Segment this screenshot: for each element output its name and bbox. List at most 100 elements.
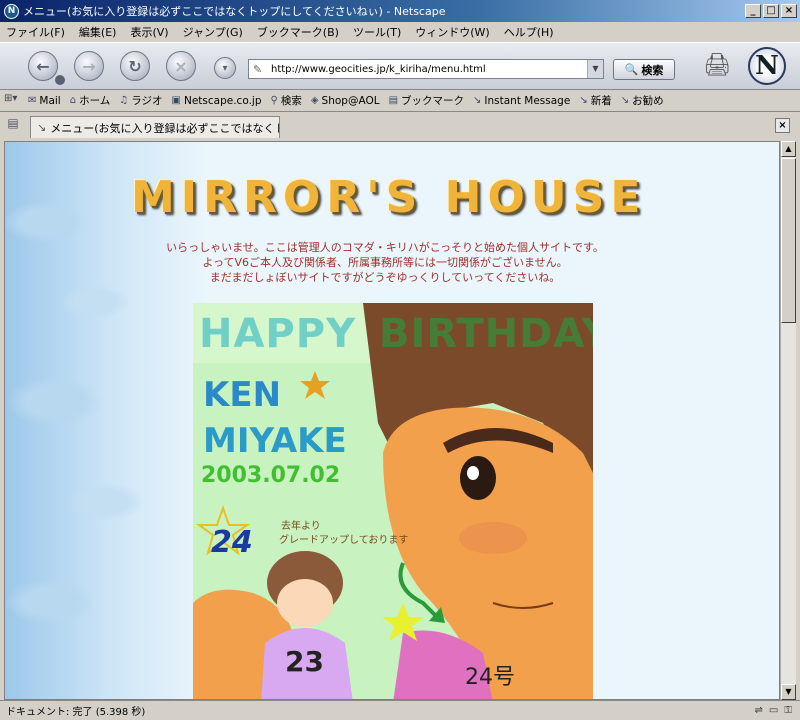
- toolbar-item-home[interactable]: ⌂ ホーム: [70, 93, 111, 108]
- toolbar-item-label: Instant Message: [484, 94, 571, 107]
- back-history-dropdown-icon[interactable]: [55, 75, 65, 85]
- page-icon: ↘: [37, 121, 47, 134]
- toolbar-item-recommended[interactable]: ↘ お勧め: [621, 93, 664, 108]
- toolbar-item-label: 新着: [590, 95, 612, 107]
- intro-text: いらっしゃいませ。ここは管理人のコマダ・キリハがこっそりと始めた個人サイトです。…: [105, 240, 665, 285]
- search-button[interactable]: 🔍 検索: [613, 59, 675, 80]
- menu-file[interactable]: ファイル(F): [6, 24, 65, 40]
- maximize-button[interactable]: □: [763, 4, 779, 18]
- status-bar: ドキュメント: 完了 (5.398 秒) ⇌ ▭ ⚿: [0, 700, 800, 720]
- shirt-number-big: 24号: [465, 665, 515, 690]
- toolbar-item-label: Shop@AOL: [321, 94, 380, 107]
- reload-icon: ↻: [128, 56, 142, 76]
- intro-line: いらっしゃいませ。ここは管理人のコマダ・キリハがこっそりと始めた個人サイトです。: [166, 241, 604, 254]
- stop-button[interactable]: ×: [166, 51, 196, 81]
- my-icon: ▣: [171, 95, 181, 106]
- tab-menu-page[interactable]: ↘ メニュー(お気に入り登録は必ずここではなくト...: [30, 116, 280, 138]
- mail-icon: ✉: [28, 95, 37, 106]
- menu-window[interactable]: ウィンドウ(W): [415, 24, 489, 40]
- birthday-text: BIRTHDAY: [379, 311, 593, 357]
- bookmark-icon: ▤: [388, 95, 399, 106]
- toolbar-item-label: Netscape.co.jp: [183, 94, 262, 107]
- page-proxy-icon[interactable]: ✎: [253, 63, 267, 76]
- toolbar-item-label: ホーム: [79, 95, 111, 107]
- menu-bar: ファイル(F) 編集(E) 表示(V) ジャンプ(G) ブックマーク(B) ツー…: [0, 22, 800, 42]
- magnifier-icon: 🔍: [624, 63, 639, 76]
- birthday-date: 2003.07.02: [201, 463, 341, 488]
- scroll-down-icon[interactable]: ▼: [781, 684, 796, 700]
- url-history-dropdown-icon[interactable]: ▼: [587, 60, 603, 78]
- menu-go[interactable]: ジャンプ(G): [183, 24, 243, 40]
- link-icon: ↘: [579, 95, 588, 106]
- home-icon: ⌂: [69, 95, 77, 106]
- reload-button[interactable]: ↻: [120, 51, 150, 81]
- lock-icon[interactable]: ⚿: [784, 705, 792, 716]
- vertical-scrollbar[interactable]: ▲ ▼: [780, 141, 796, 700]
- menu-edit[interactable]: 編集(E): [79, 24, 117, 40]
- back-button[interactable]: ←: [28, 51, 58, 81]
- intro-line: まだまだしょぼいサイトですがどうぞゆっくりしていってくださいね。: [209, 271, 561, 284]
- new-tab-icon[interactable]: ▤: [4, 116, 22, 134]
- toolbar-item-bookmarks[interactable]: ▤ ブックマーク: [389, 93, 464, 108]
- toolbar-item-instant-message[interactable]: ↘ Instant Message: [473, 95, 570, 107]
- toolbar-item-radio[interactable]: ♫ ラジオ: [119, 93, 162, 108]
- search-button-label: 検索: [641, 63, 664, 77]
- online-status-icon[interactable]: ⇌: [755, 705, 763, 716]
- forward-arrow-icon: →: [82, 56, 96, 76]
- url-bar[interactable]: ✎ ▼: [248, 59, 604, 79]
- tab-bar: ▤ ↘ メニュー(お気に入り登録は必ずここではなくト... ×: [0, 112, 800, 138]
- intro-line: よってV6ご本人及び関係者、所属事務所等には一切関係がございません。: [202, 256, 568, 269]
- toolbar-item-new[interactable]: ↘ 新着: [579, 93, 611, 108]
- menu-bookmarks[interactable]: ブックマーク(B): [257, 24, 339, 40]
- background-pattern: [5, 142, 205, 699]
- window-title: メニュー(お気に入り登録は必ずここではなくトップにしてくださいねぃ) - Net…: [23, 5, 446, 18]
- back-arrow-icon: ←: [36, 56, 50, 76]
- forward-button[interactable]: →: [74, 51, 104, 81]
- toolbar-grip-icon[interactable]: ⊞▾: [4, 93, 24, 109]
- url-input[interactable]: [271, 63, 587, 75]
- radio-icon: ♫: [119, 95, 129, 106]
- toolbar-item-label: お勧め: [632, 95, 664, 107]
- personal-toolbar: ⊞▾ ✉ Mail ⌂ ホーム ♫ ラジオ ▣ Netscape.co.jp ⚲ 検索 ◈…: [0, 90, 800, 112]
- url-menu-button[interactable]: ▾: [214, 57, 236, 79]
- netscape-logo-icon[interactable]: N: [748, 47, 786, 85]
- page-content[interactable]: MIRROR'S HOUSE いらっしゃいませ。ここは管理人のコマダ・キリハがこ…: [4, 141, 780, 700]
- illustration-drawing: [193, 303, 593, 699]
- toolbar-item-shop[interactable]: ◈ Shop@AOL: [311, 95, 380, 107]
- toolbar-item-netscape[interactable]: ▣ Netscape.co.jp: [172, 95, 262, 107]
- scroll-thumb[interactable]: [781, 158, 796, 323]
- navigation-toolbar: ← → ↻ × ▾ ✎ ▼ 🔍 検索 🖨 N: [0, 42, 800, 90]
- shirt-number-small: 23: [285, 645, 324, 678]
- shop-icon: ◈: [310, 95, 319, 106]
- offline-icon[interactable]: ▭: [769, 705, 778, 716]
- site-title: MIRROR'S HOUSE: [131, 172, 647, 223]
- minimize-button[interactable]: _: [745, 4, 761, 18]
- tab-label: メニュー(お気に入り登録は必ずここではなくト...: [50, 121, 280, 135]
- menu-tools[interactable]: ツール(T): [353, 24, 401, 40]
- window-title-bar[interactable]: N メニュー(お気に入り登録は必ずここではなくトップにしてくださいねぃ) - N…: [0, 0, 800, 22]
- print-icon[interactable]: 🖨: [700, 53, 734, 79]
- note-line-1: 去年より: [281, 521, 321, 532]
- menu-view[interactable]: 表示(V): [130, 24, 168, 40]
- birthday-illustration: HAPPY BIRTHDAY KEN MIYAKE 2003.07.02 24 …: [193, 303, 593, 699]
- name-last: MIYAKE: [203, 421, 347, 461]
- menu-help[interactable]: ヘルプ(H): [504, 24, 554, 40]
- toolbar-item-mail[interactable]: ✉ Mail: [28, 95, 61, 107]
- toolbar-item-label: 検索: [280, 95, 302, 107]
- chevron-down-icon: ▾: [222, 62, 228, 74]
- note-line-2: グレードアップしております: [279, 535, 409, 546]
- status-icons: ⇌ ▭ ⚿: [755, 705, 792, 716]
- age-label: 24: [211, 525, 253, 560]
- close-tab-button[interactable]: ×: [775, 118, 790, 133]
- scroll-up-icon[interactable]: ▲: [781, 141, 796, 157]
- status-text: ドキュメント: 完了 (5.398 秒): [6, 707, 146, 718]
- netscape-icon: N: [4, 3, 19, 19]
- close-button[interactable]: ×: [781, 4, 797, 18]
- toolbar-item-label: ラジオ: [131, 95, 163, 107]
- toolbar-item-label: ブックマーク: [401, 95, 465, 107]
- toolbar-item-search[interactable]: ⚲ 検索: [271, 93, 302, 108]
- toolbar-item-label: Mail: [39, 94, 61, 107]
- search-icon: ⚲: [270, 95, 278, 106]
- link-icon: ↘: [620, 95, 630, 106]
- happy-text: HAPPY: [199, 311, 357, 357]
